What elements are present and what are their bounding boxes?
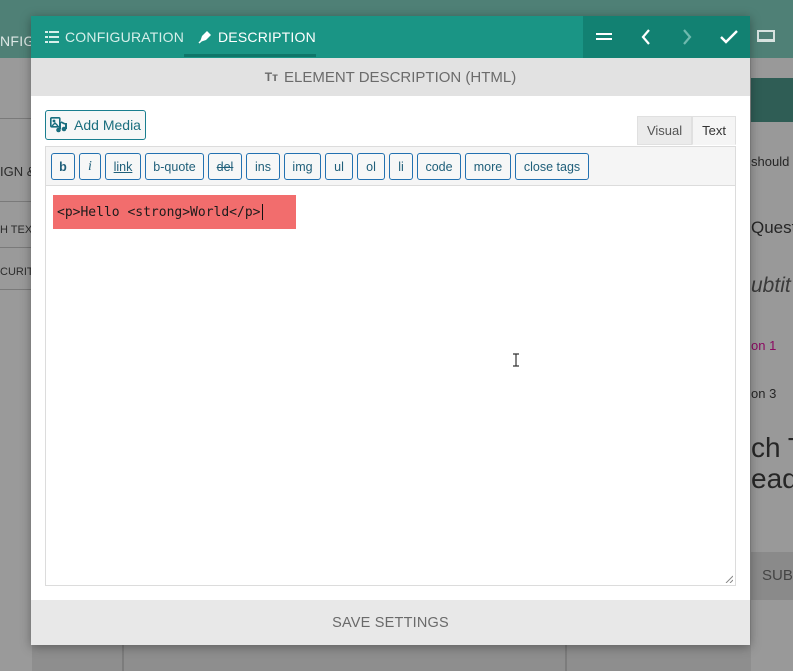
html-textarea[interactable]: <p>Hello <strong>World</p> xyxy=(46,186,735,585)
quicktag-li-button[interactable]: li xyxy=(389,153,413,180)
background-left-label: H TEX xyxy=(0,224,33,236)
background-right-text: ch T xyxy=(751,432,793,463)
quicktag-code-button[interactable]: code xyxy=(417,153,461,180)
add-media-button[interactable]: Add Media xyxy=(45,110,146,140)
next-button[interactable] xyxy=(667,16,709,58)
text-cursor-icon xyxy=(513,353,519,367)
media-icon xyxy=(50,117,68,133)
save-settings-button[interactable]: SAVE SETTINGS xyxy=(31,600,750,645)
background-right-text: on 3 xyxy=(751,386,777,401)
background-divider xyxy=(0,247,32,248)
check-icon xyxy=(720,30,738,44)
background-config-label: NFIG xyxy=(0,33,35,49)
background-divider xyxy=(122,645,124,671)
text-caret xyxy=(261,204,263,220)
section-title: ELEMENT DESCRIPTION (HTML) xyxy=(283,68,517,86)
html-editor: b i link b-quote del ins img ul ol li co… xyxy=(45,146,736,586)
menu-icon xyxy=(595,33,612,40)
section-header: Tт ELEMENT DESCRIPTION (HTML) xyxy=(31,58,750,96)
resize-handle-icon[interactable] xyxy=(725,575,733,583)
modal-controls xyxy=(583,16,750,58)
background-right-text: ubtit xyxy=(751,274,791,297)
background-right-text: on 1 xyxy=(751,338,777,353)
active-tab-indicator xyxy=(184,54,316,57)
settings-modal: CONFIGURATION DESCRIPTION Tт ELEMENT DES… xyxy=(31,16,750,645)
tab-text[interactable]: Text xyxy=(692,116,736,145)
tab-visual[interactable]: Visual xyxy=(636,116,693,145)
quicktag-ins-button[interactable]: ins xyxy=(246,153,280,180)
quicktag-link-button[interactable]: link xyxy=(105,153,141,180)
background-divider xyxy=(0,118,32,119)
quicktag-img-button[interactable]: img xyxy=(284,153,321,180)
background-divider xyxy=(0,289,32,290)
list-icon xyxy=(45,31,59,43)
background-right-text: Quest xyxy=(751,218,793,237)
tab-configuration[interactable]: CONFIGURATION xyxy=(45,16,184,58)
confirm-button[interactable] xyxy=(708,16,750,58)
background-submit-label: SUB xyxy=(762,567,793,584)
modal-header: CONFIGURATION DESCRIPTION xyxy=(31,16,750,58)
background-divider xyxy=(0,201,32,202)
tab-description[interactable]: DESCRIPTION xyxy=(198,16,316,58)
quicktag-close-tags-button[interactable]: close tags xyxy=(515,153,589,180)
background-divider xyxy=(565,645,567,671)
menu-button[interactable] xyxy=(583,16,625,58)
quicktag-ul-button[interactable]: ul xyxy=(325,153,353,180)
add-media-label: Add Media xyxy=(74,117,141,133)
background-right-button xyxy=(751,78,793,122)
quicktag-more-button[interactable]: more xyxy=(465,153,511,180)
quicktag-ol-button[interactable]: ol xyxy=(357,153,385,180)
chevron-right-icon xyxy=(683,29,692,45)
background-right-text: should xyxy=(751,154,790,169)
background-right-text: ead xyxy=(751,463,793,494)
background-left-panel xyxy=(0,58,32,671)
previous-button[interactable] xyxy=(625,16,667,58)
editor-mode-tabs: Visual Text xyxy=(636,116,736,145)
quicktag-del-button[interactable]: del xyxy=(208,153,242,180)
tab-label: CONFIGURATION xyxy=(65,29,185,45)
editor-text-selection: <p>Hello <strong>World</p> xyxy=(53,195,296,229)
pen-icon xyxy=(198,31,211,44)
quicktag-blockquote-button[interactable]: b-quote xyxy=(145,153,204,180)
quicktags-toolbar: b i link b-quote del ins img ul ol li co… xyxy=(46,147,735,186)
modal-body: Add Media Visual Text b i link b-quote d… xyxy=(31,96,750,600)
monitor-icon xyxy=(757,30,775,42)
text-size-icon: Tт xyxy=(264,70,278,84)
editor-content: <p>Hello <strong>World</p> xyxy=(57,204,261,220)
tab-label: DESCRIPTION xyxy=(218,29,316,45)
chevron-left-icon xyxy=(641,29,650,45)
quicktag-bold-button[interactable]: b xyxy=(51,153,75,180)
quicktag-italic-button[interactable]: i xyxy=(79,153,101,180)
